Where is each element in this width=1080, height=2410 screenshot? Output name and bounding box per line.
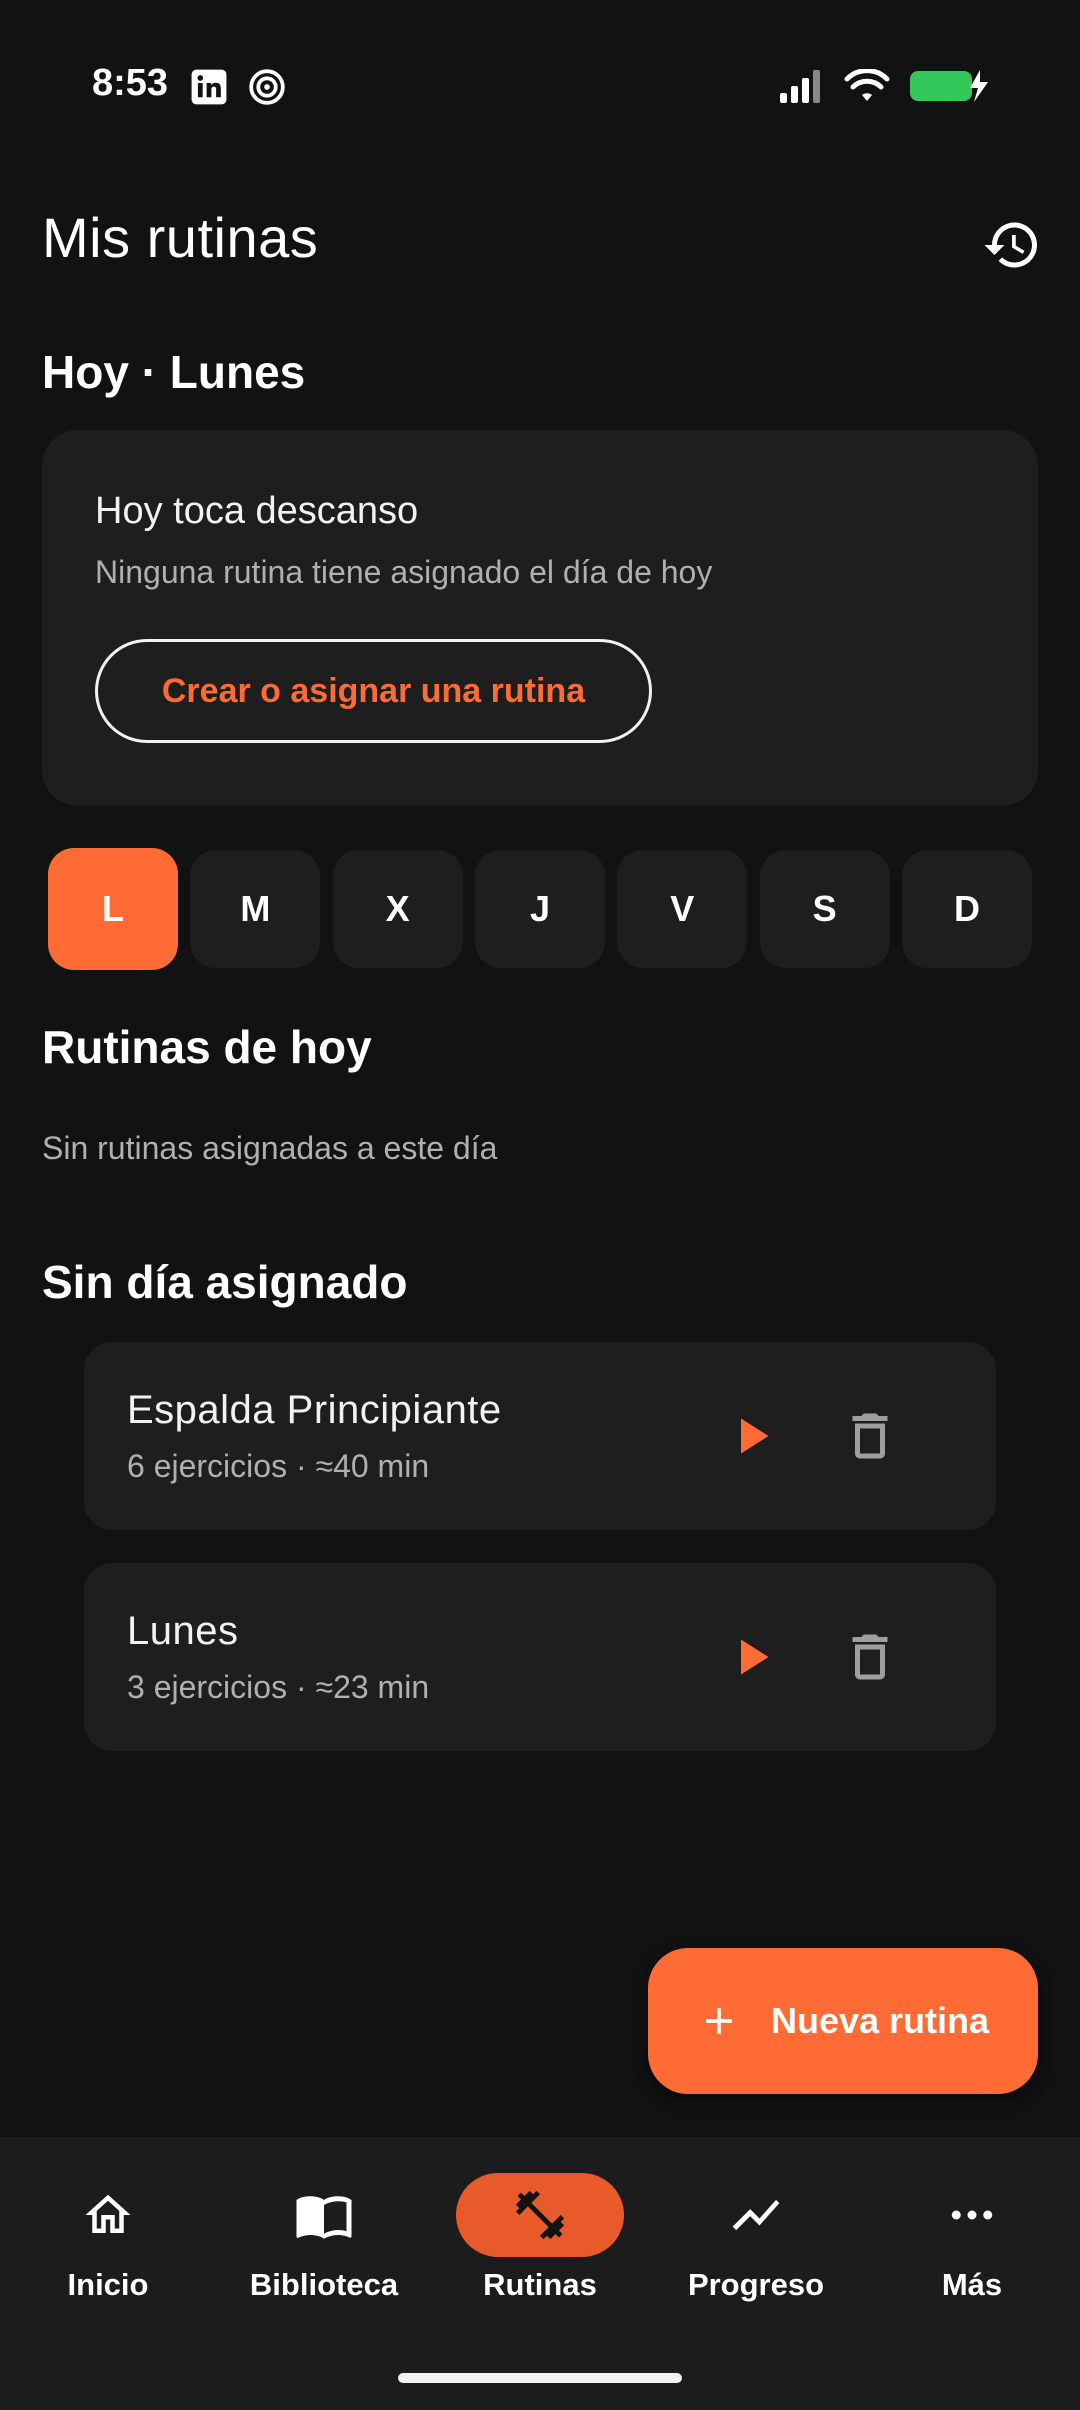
routine-meta: 6 ejercicios · ≈40 min [127,1448,430,1484]
fab-label: Nueva rutina [770,2000,990,2041]
play-icon [741,1639,769,1675]
play-routine-button[interactable] [721,1627,781,1687]
day-chip-v[interactable]: V [617,850,748,968]
routine-name: Espalda Principiante [127,1388,502,1432]
linkedin-icon [190,68,228,111]
rest-card-subtitle: Ninguna rutina tiene asignado el día de … [95,554,713,590]
routine-name: Lunes [127,1609,239,1653]
routine-meta: 3 ejercicios · ≈23 min [127,1669,430,1705]
play-icon [741,1418,769,1454]
trash-icon [852,1413,888,1459]
new-routine-fab[interactable]: Nueva rutina [648,1948,1038,2094]
nav-item-biblioteca[interactable]: Biblioteca [224,2173,424,2323]
nav-label: Inicio [67,2267,149,2302]
bottom-navigation: Inicio Biblioteca Rutinas Progreso Más [0,2137,1080,2410]
empty-routines-text: Sin rutinas asignadas a este día [42,1130,498,1166]
trending-icon [732,2199,780,2231]
delete-routine-button[interactable] [840,1406,900,1466]
day-selector: L M X J V S D [48,848,1032,970]
home-indicator[interactable] [398,2373,682,2383]
nav-item-progreso[interactable]: Progreso [656,2173,856,2323]
day-chip-d[interactable]: D [901,850,1032,968]
nav-item-mas[interactable]: Más [872,2173,1072,2323]
delete-routine-button[interactable] [840,1627,900,1687]
plus-icon [706,2008,732,2034]
nav-item-inicio[interactable]: Inicio [8,2173,208,2323]
today-routines-title: Rutinas de hoy [42,1021,372,1073]
page-title: Mis rutinas [42,206,319,269]
rest-day-card: Hoy toca descanso Ninguna rutina tiene a… [42,430,1038,806]
today-section-title: Hoy · Lunes [42,346,306,398]
battery-charging-icon [908,68,990,109]
day-chip-s[interactable]: S [759,850,890,968]
unassigned-section-title: Sin día asignado [42,1256,408,1308]
nav-icon-container-active [456,2173,624,2257]
status-bar: 8:53 [0,0,1080,170]
nav-label: Rutinas [483,2267,597,2302]
nav-label: Progreso [687,2267,825,2302]
routine-card[interactable]: Espalda Principiante 6 ejercicios · ≈40 … [84,1342,996,1530]
threads-icon [248,68,286,111]
play-routine-button[interactable] [721,1406,781,1466]
day-chip-j[interactable]: J [474,850,605,968]
nav-icon-container [240,2173,408,2257]
book-icon [296,2196,352,2239]
nav-item-rutinas[interactable]: Rutinas [440,2173,640,2323]
routine-card[interactable]: Lunes 3 ejercicios · ≈23 min [84,1563,996,1751]
rest-card-title: Hoy toca descanso [95,490,419,532]
nav-icon-container [24,2173,192,2257]
day-chip-l[interactable]: L [48,848,178,970]
nav-icon-container [888,2173,1056,2257]
home-icon [85,2194,131,2233]
trash-icon [852,1634,888,1680]
nav-label: Biblioteca [249,2267,399,2302]
day-chip-x[interactable]: X [332,850,463,968]
signal-icon [778,69,826,108]
nav-label: Más [941,2267,1003,2302]
history-icon [984,222,1037,268]
dumbbell-icon [515,2190,565,2240]
more-icon [951,2210,993,2220]
wifi-icon [844,68,890,108]
nav-icon-container [672,2173,840,2257]
status-time: 8:53 [92,62,169,104]
history-button[interactable] [982,215,1042,275]
app-header: Mis rutinas [42,205,1042,285]
day-chip-m[interactable]: M [190,850,321,968]
create-assign-routine-button[interactable]: Crear o asignar una rutina [95,639,652,743]
